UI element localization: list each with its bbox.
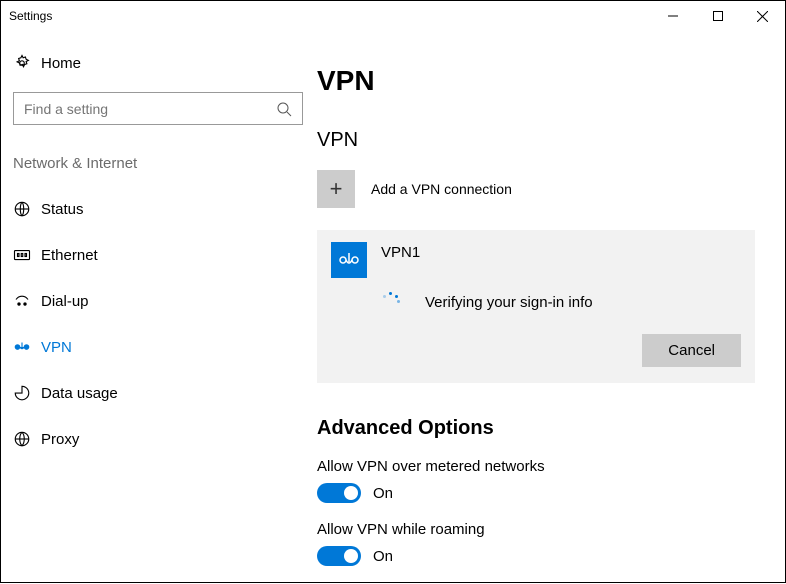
toggle-label: Allow VPN over metered networks	[317, 458, 773, 475]
window-title: Settings	[9, 9, 52, 23]
toggle-state: On	[373, 548, 393, 565]
main-content: VPN VPN + Add a VPN connection VPN1 Veri…	[311, 31, 785, 584]
toggle-state: On	[373, 485, 393, 502]
sidebar-item-vpn[interactable]: VPN	[13, 324, 311, 370]
sidebar-item-label: Ethernet	[41, 247, 98, 264]
sidebar-item-label: Proxy	[41, 431, 79, 448]
sidebar: Home Network & Internet Status	[1, 31, 311, 584]
home-label: Home	[41, 55, 81, 72]
search-field[interactable]	[24, 101, 276, 117]
toggle-metered: Allow VPN over metered networks On	[317, 458, 773, 503]
ethernet-icon	[13, 246, 41, 264]
status-icon	[13, 200, 41, 218]
vpn-status-text: Verifying your sign-in info	[425, 294, 593, 311]
sidebar-item-proxy[interactable]: Proxy	[13, 416, 311, 462]
close-button[interactable]	[740, 1, 785, 31]
add-vpn-label: Add a VPN connection	[371, 181, 512, 197]
proxy-icon	[13, 430, 41, 448]
vpn-connection-card[interactable]: VPN1 Verifying your sign-in info Cancel	[317, 230, 755, 383]
search-input[interactable]	[13, 92, 303, 125]
toggle-roaming: Allow VPN while roaming On	[317, 521, 773, 566]
gear-icon	[13, 54, 41, 72]
maximize-button[interactable]	[695, 1, 740, 31]
sidebar-item-label: Data usage	[41, 385, 118, 402]
vpn-tile-icon	[331, 242, 367, 278]
toggle-metered-switch[interactable]	[317, 483, 361, 503]
vpn-icon	[13, 338, 41, 356]
sidebar-item-datausage[interactable]: Data usage	[13, 370, 311, 416]
add-vpn-button[interactable]: + Add a VPN connection	[317, 170, 773, 208]
sidebar-item-label: Status	[41, 201, 84, 218]
vpn-name: VPN1	[381, 242, 420, 261]
datausage-icon	[13, 384, 41, 402]
advanced-options-title: Advanced Options	[317, 417, 773, 440]
toggle-label: Allow VPN while roaming	[317, 521, 773, 538]
sidebar-item-status[interactable]: Status	[13, 186, 311, 232]
page-title: VPN	[317, 65, 773, 97]
vpn-section-title: VPN	[317, 129, 773, 152]
sidebar-item-ethernet[interactable]: Ethernet	[13, 232, 311, 278]
sidebar-item-home[interactable]: Home	[13, 46, 311, 80]
sidebar-item-label: VPN	[41, 339, 72, 356]
minimize-button[interactable]	[650, 1, 695, 31]
titlebar: Settings	[1, 1, 785, 31]
category-label: Network & Internet	[13, 155, 311, 172]
cancel-button[interactable]: Cancel	[642, 334, 741, 367]
toggle-roaming-switch[interactable]	[317, 546, 361, 566]
progress-spinner-icon	[381, 292, 401, 312]
sidebar-item-label: Dial-up	[41, 293, 89, 310]
plus-icon: +	[317, 170, 355, 208]
sidebar-item-dialup[interactable]: Dial-up	[13, 278, 311, 324]
search-icon	[276, 101, 292, 117]
dialup-icon	[13, 292, 41, 310]
